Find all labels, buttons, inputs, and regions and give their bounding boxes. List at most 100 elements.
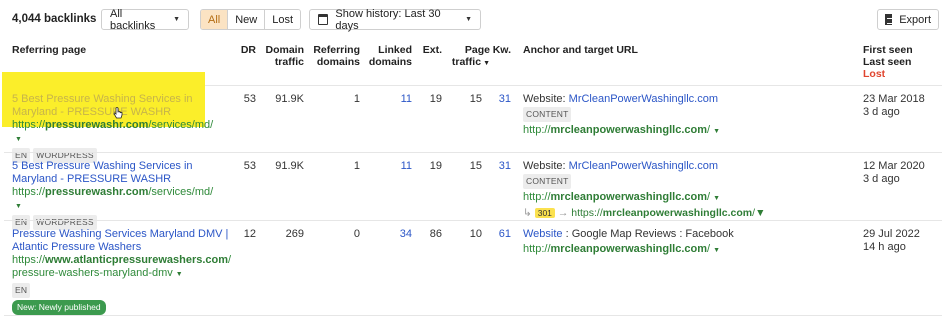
referring-domains-value: 1 [353, 93, 360, 105]
first-seen-date: 23 Mar 2018 [863, 93, 925, 105]
url-domain: mrcleanpowerwashingllc.com [550, 124, 708, 136]
col-page-traffic-line2: traffic ▼ [446, 56, 490, 70]
page-traffic-value: 15 [469, 93, 482, 105]
backlinks-count: 4,044 backlinks [12, 13, 97, 25]
keywords-value[interactable]: 61 [491, 228, 511, 241]
segment-all[interactable]: All [201, 10, 229, 29]
anchor-tag-row: CONTENT [523, 174, 853, 189]
chevron-down-icon[interactable]: ▼ [713, 247, 720, 254]
referring-page-title[interactable]: Pressure Washing Services Maryland DMV |… [12, 228, 232, 254]
chevron-down-icon[interactable]: ▼ [15, 203, 22, 210]
target-url[interactable]: http://mrcleanpowerwashingllc.com/▼ [523, 191, 853, 205]
col-page-traffic[interactable]: Page traffic ▼ [446, 44, 490, 70]
col-first-seen: First seen [863, 44, 913, 56]
target-url[interactable]: http://mrcleanpowerwashingllc.com/▼ [523, 124, 853, 138]
linked-domains-value[interactable]: 34 [366, 228, 412, 241]
anchor-link[interactable]: MrCleanPowerWashingllc.com [569, 160, 718, 172]
col-kw[interactable]: Kw. [491, 44, 511, 56]
link-type-tag: CONTENT [523, 107, 572, 122]
export-label: Export [899, 13, 931, 26]
title-line: Maryland - PRESSURE WASHR [12, 173, 172, 185]
url-domain: pressurewashr.com [45, 119, 149, 131]
first-seen-date: 12 Mar 2020 [863, 160, 925, 172]
referring-domains-value: 1 [353, 160, 360, 172]
referring-domains-value: 0 [353, 228, 360, 240]
badge-row: New: Newly published [12, 300, 232, 315]
col-referring-page[interactable]: Referring page [12, 44, 86, 56]
col-last-seen: Last seen [863, 56, 912, 68]
col-page-traffic-text2: traffic [451, 56, 482, 68]
url-path: / [707, 191, 711, 203]
export-button[interactable]: Export [877, 9, 939, 30]
chevron-down-icon[interactable]: ▼ [713, 128, 720, 135]
anchor-cell: Website: MrCleanPowerWashingllc.com CONT… [523, 160, 853, 220]
col-seen[interactable]: First seen Last seen Lost [863, 44, 943, 80]
title-line: Atlantic Pressure Washers [12, 241, 142, 253]
chevron-down-icon[interactable]: ▼ [755, 207, 765, 219]
tag-row: EN [12, 283, 232, 298]
col-anchor[interactable]: Anchor and target URL [523, 44, 638, 56]
anchor-link[interactable]: Website [523, 228, 563, 240]
target-url[interactable]: http://mrcleanpowerwashingllc.com/▼ [523, 243, 853, 257]
keywords-value[interactable]: 31 [491, 93, 511, 106]
seen-cell: 12 Mar 2020 3 d ago [863, 160, 943, 186]
dr-value: 53 [243, 160, 256, 172]
domain-traffic-value: 91.9K [275, 93, 304, 105]
redirect-arrow-icon: ↳ [523, 207, 535, 219]
referring-page-url[interactable]: https://pressurewashr.com/services/md/ ▼ [12, 119, 213, 146]
col-linked-domains[interactable]: Linked domains [366, 44, 412, 68]
redirect-chain[interactable]: ↳ 301 → https://mrcleanpowerwashingllc.c… [523, 207, 853, 220]
referring-page-title[interactable]: 5 Best Pressure Washing Services in Mary… [12, 93, 212, 119]
linked-domains-value[interactable]: 11 [366, 160, 412, 173]
col-referring-domains-line1: Referring [313, 44, 360, 56]
url-domain: mrcleanpowerwashingllc.com [602, 207, 753, 219]
export-icon [885, 14, 893, 25]
url-path: / [707, 243, 711, 255]
col-domain-traffic[interactable]: Domain traffic [258, 44, 304, 68]
history-label: Show history: Last 30 days [335, 7, 441, 32]
referring-page-cell: Pressure Washing Services Maryland DMV |… [12, 228, 232, 315]
referring-page-url[interactable]: https://www.atlanticpressurewashers.com/… [12, 254, 232, 281]
last-seen-date: 14 h ago [863, 241, 906, 253]
anchor-link[interactable]: MrCleanPowerWashingllc.com [569, 93, 718, 105]
segment-new[interactable]: New [228, 10, 266, 29]
referring-page-url[interactable]: https://pressurewashr.com/services/md/ ▼ [12, 186, 214, 213]
url-path: /services/md/ [148, 186, 214, 198]
url-domain: www.atlanticpressurewashers.com [45, 254, 229, 266]
col-dr[interactable]: DR [234, 44, 256, 56]
backlink-filter-label: All backlinks [110, 7, 156, 32]
first-seen-date: 29 Jul 2022 [863, 228, 920, 240]
redirect-code-badge: 301 [534, 208, 555, 218]
chevron-down-icon[interactable]: ▼ [713, 195, 720, 202]
status-segmented-control: All New Lost [200, 9, 302, 30]
backlink-filter-dropdown[interactable]: All backlinks ▼ [101, 7, 189, 32]
col-referring-domains-line2: domains [316, 56, 360, 68]
anchor-suffix: : Google Map Reviews : Facebook [562, 228, 734, 240]
url-prefix: https:// [12, 254, 46, 266]
linked-domains-value[interactable]: 11 [366, 93, 412, 106]
domain-traffic-value: 269 [285, 228, 304, 240]
col-referring-domains[interactable]: Referring domains [306, 44, 360, 68]
hand-cursor-icon [113, 107, 123, 119]
title-line: Pressure Washing Services Maryland DMV | [12, 228, 229, 240]
history-dropdown[interactable]: Show history: Last 30 days ▼ [309, 7, 481, 32]
col-domain-traffic-line2: traffic [274, 56, 304, 68]
col-page-traffic-line1: Page [446, 44, 490, 56]
chevron-down-icon[interactable]: ▼ [176, 271, 183, 278]
col-ext[interactable]: Ext. [418, 44, 442, 56]
anchor-prefix: Website: [523, 160, 569, 172]
segment-lost[interactable]: Lost [265, 10, 301, 29]
ext-value: 19 [429, 93, 442, 105]
col-domain-traffic-line1: Domain [265, 44, 304, 56]
anchor-tag-row: CONTENT [523, 107, 853, 122]
chevron-down-icon[interactable]: ▼ [15, 136, 22, 143]
col-lost: Lost [863, 68, 886, 80]
keywords-value[interactable]: 31 [491, 160, 511, 173]
new-status-badge: New: Newly published [12, 300, 106, 315]
row-divider [4, 152, 942, 153]
ext-value: 86 [429, 228, 442, 240]
title-line: 5 Best Pressure Washing Services in [12, 93, 193, 105]
url-path: pressure-washers-maryland-dmv [12, 267, 173, 279]
referring-page-title[interactable]: 5 Best Pressure Washing Services in Mary… [12, 160, 212, 186]
col-page-traffic-text1: Page [464, 44, 490, 56]
